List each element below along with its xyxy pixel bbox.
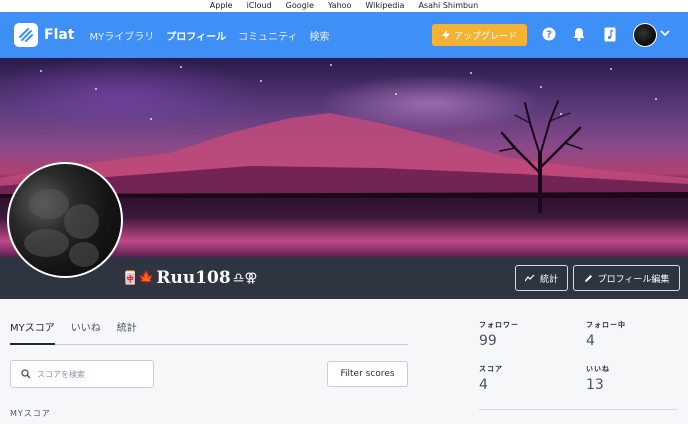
scores-stat: スコア 4 <box>479 364 503 393</box>
username-text: Ruu108 <box>156 268 231 288</box>
scores-label: スコア <box>479 365 503 373</box>
following-stat[interactable]: フォロー中 4 <box>586 320 626 349</box>
bookmark-apple[interactable]: Apple <box>210 0 233 12</box>
bookmark-yahoo[interactable]: Yahoo <box>328 0 352 12</box>
nav-link-profile[interactable]: プロフィール <box>166 28 226 43</box>
bell-icon[interactable] <box>570 25 588 43</box>
pencil-icon <box>584 274 592 282</box>
nav-link-search[interactable]: 検索 <box>309 28 329 43</box>
upgrade-button[interactable]: アップグレード <box>432 24 527 46</box>
stats-divider <box>479 409 677 410</box>
flat-logo-icon <box>14 23 38 47</box>
likes-label: いいね <box>586 365 610 373</box>
username-prefix: 🀄🍁 <box>122 270 155 286</box>
user-avatar[interactable] <box>633 23 657 47</box>
tab-statistics[interactable]: 統計 <box>117 319 137 345</box>
bookmark-asahi[interactable]: Asahi Shimbun <box>418 0 478 12</box>
following-label: フォロー中 <box>586 321 626 329</box>
stats-button-label: 統計 <box>539 274 558 285</box>
score-search[interactable] <box>10 360 154 388</box>
nav-link-library[interactable]: MYライブラリ <box>90 28 155 43</box>
profile-avatar[interactable] <box>7 162 123 278</box>
tab-my-scores[interactable]: MYスコア <box>10 319 55 345</box>
bolt-icon <box>441 30 450 40</box>
chevron-down-icon[interactable] <box>660 30 670 37</box>
sheet-music-icon[interactable] <box>601 25 619 43</box>
stats-button[interactable]: 統計 <box>515 265 568 291</box>
nav-link-community[interactable]: コミュニティ <box>238 28 297 43</box>
following-value: 4 <box>586 333 595 349</box>
filter-scores-button[interactable]: Filter scores <box>327 361 408 387</box>
followers-value: 99 <box>479 333 497 349</box>
search-icon <box>21 369 31 379</box>
bookmark-icloud[interactable]: iCloud <box>247 0 272 12</box>
chart-line-icon <box>524 274 535 282</box>
bookmarks-bar: Apple iCloud Google Yahoo Wikipedia Asah… <box>0 0 688 12</box>
flat-logo[interactable]: Flat <box>14 23 75 47</box>
bookmark-google[interactable]: Google <box>286 0 314 12</box>
tab-likes[interactable]: いいね <box>71 319 101 345</box>
score-search-input[interactable] <box>37 369 137 379</box>
edit-profile-label: プロフィール編集 <box>597 274 670 285</box>
nav-links: MYライブラリ プロフィール コミュニティ 検索 <box>90 28 330 43</box>
top-navigation: Flat MYライブラリ プロフィール コミュニティ 検索 アップグレード ? <box>0 12 688 58</box>
scores-value: 4 <box>479 377 488 393</box>
profile-username: 🀄🍁 Ruu108 ♎︎⚢ <box>122 268 257 288</box>
likes-value: 13 <box>586 377 604 393</box>
svg-text:?: ? <box>546 30 552 41</box>
followers-stat[interactable]: フォロワー 99 <box>479 320 519 349</box>
brand-name: Flat <box>44 27 75 43</box>
likes-stat: いいね 13 <box>586 364 610 393</box>
followers-label: フォロワー <box>479 321 519 329</box>
help-icon[interactable]: ? <box>540 25 558 43</box>
profile-tabs: MYスコア いいね 統計 <box>10 319 408 345</box>
profile-content: MYスコア いいね 統計 Filter scores MYスコア フォロワー 9… <box>0 299 688 424</box>
my-scores-heading: MYスコア <box>10 409 51 418</box>
bookmark-wikipedia[interactable]: Wikipedia <box>365 0 404 12</box>
username-suffix: ♎︎⚢ <box>232 270 258 286</box>
tree-silhouette <box>499 100 583 213</box>
upgrade-label: アップグレード <box>453 31 517 42</box>
edit-profile-button[interactable]: プロフィール編集 <box>573 265 680 291</box>
